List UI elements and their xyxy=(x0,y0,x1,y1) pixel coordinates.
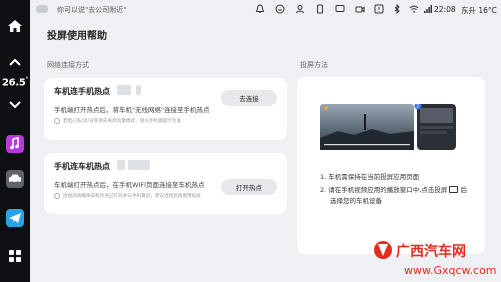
temperature-down-icon[interactable] xyxy=(8,101,22,109)
cast-icon xyxy=(449,186,459,193)
network-section-label: 网络连接方式 xyxy=(47,61,89,69)
info-icon xyxy=(54,118,60,124)
blurred-ssid xyxy=(117,160,125,170)
blurred-ssid xyxy=(136,85,141,95)
step-2-text: 2. 请在手机视频应用的播放窗口中,点击投屏 xyxy=(320,186,448,194)
music-app-icon[interactable] xyxy=(6,135,24,153)
temperature-up-icon[interactable] xyxy=(8,58,22,66)
message-icon[interactable] xyxy=(335,4,345,14)
card-note: 若担心私/流/号等请先关闭流量模式，请以手机端提示为准 xyxy=(54,118,181,124)
home-icon[interactable] xyxy=(7,19,23,33)
step-1: 1. 车机需保持在当前投屏应用页面 xyxy=(320,173,420,181)
vehicle-app-icon[interactable] xyxy=(6,170,24,188)
watermark-logo: 广西汽车网 www.Gxqcw.com xyxy=(374,241,497,277)
alert-icon[interactable] xyxy=(374,4,384,14)
telegram-app-icon[interactable] xyxy=(6,209,24,227)
hotspot-card-phone: 车机连手机热点 手机端打开热点后，将车机"无线网络"连接至手机热点 若担心私/流… xyxy=(44,78,287,140)
side-dock: 26.5° xyxy=(0,0,30,282)
connect-button[interactable]: 去连接 xyxy=(221,90,277,106)
card-note-text: 连接前请确保车机热点已打开并与手机靠近，建议连接后再使用投屏 xyxy=(63,194,201,199)
bluetooth-icon xyxy=(394,4,400,14)
info-icon xyxy=(54,193,60,199)
watermark-brand: 广西汽车网 xyxy=(396,243,466,260)
step-2: 2. 请在手机视频应用的播放窗口中,点击投屏 后 xyxy=(320,184,467,194)
card-note-text: 若担心私/流/号等请先关闭流量模式，请以手机端提示为准 xyxy=(63,119,181,124)
card-note: 连接前请确保车机热点已打开并与手机靠近，建议连接后再使用投屏 xyxy=(54,193,201,199)
voice-assistant-icon[interactable] xyxy=(36,5,48,13)
user-icon[interactable] xyxy=(295,4,305,14)
blurred-ssid xyxy=(128,160,150,170)
watermark-url: www.Gxqcw.com xyxy=(404,264,497,277)
blurred-ssid xyxy=(117,85,131,95)
weather-location: 东升 16°C xyxy=(461,6,497,15)
step-2-suffix: 后 xyxy=(460,186,468,194)
temperature-value: 26.5 xyxy=(2,77,26,89)
card-description: 手机端打开热点后，将车机"无线网络"连接至手机热点 xyxy=(54,106,210,114)
card-title: 车机连手机热点 xyxy=(54,87,110,96)
bell-icon[interactable] xyxy=(255,4,265,14)
hotspot-card-car: 手机连车机热点 车机端打开热点后，在手机WIFI页面连接至车机热点 连接前请确保… xyxy=(44,153,287,214)
clock: 22:08 xyxy=(434,5,456,14)
temperature-unit: ° xyxy=(25,76,29,83)
voice-hint: 你可以说"去公司附近" xyxy=(57,6,127,14)
cloud-icon[interactable] xyxy=(275,4,285,14)
open-hotspot-button[interactable]: 打开热点 xyxy=(221,179,277,195)
app-grid-icon[interactable] xyxy=(9,250,21,262)
camera-icon[interactable] xyxy=(355,4,365,14)
page-title: 投屏使用帮助 xyxy=(47,31,107,42)
phone-link-icon[interactable] xyxy=(315,4,325,14)
card-description: 车机端打开热点后，在手机WIFI页面连接至车机热点 xyxy=(54,181,205,189)
cast-illustration: 2 xyxy=(320,104,456,150)
signal-icon xyxy=(424,5,432,13)
step-2-continued: 选择您的车机设备 xyxy=(330,197,382,205)
wifi-icon xyxy=(409,5,419,13)
card-title: 手机连车机热点 xyxy=(54,162,110,171)
temperature-readout: 26.5° xyxy=(2,76,28,88)
method-section-label: 投屏方法 xyxy=(300,61,328,69)
